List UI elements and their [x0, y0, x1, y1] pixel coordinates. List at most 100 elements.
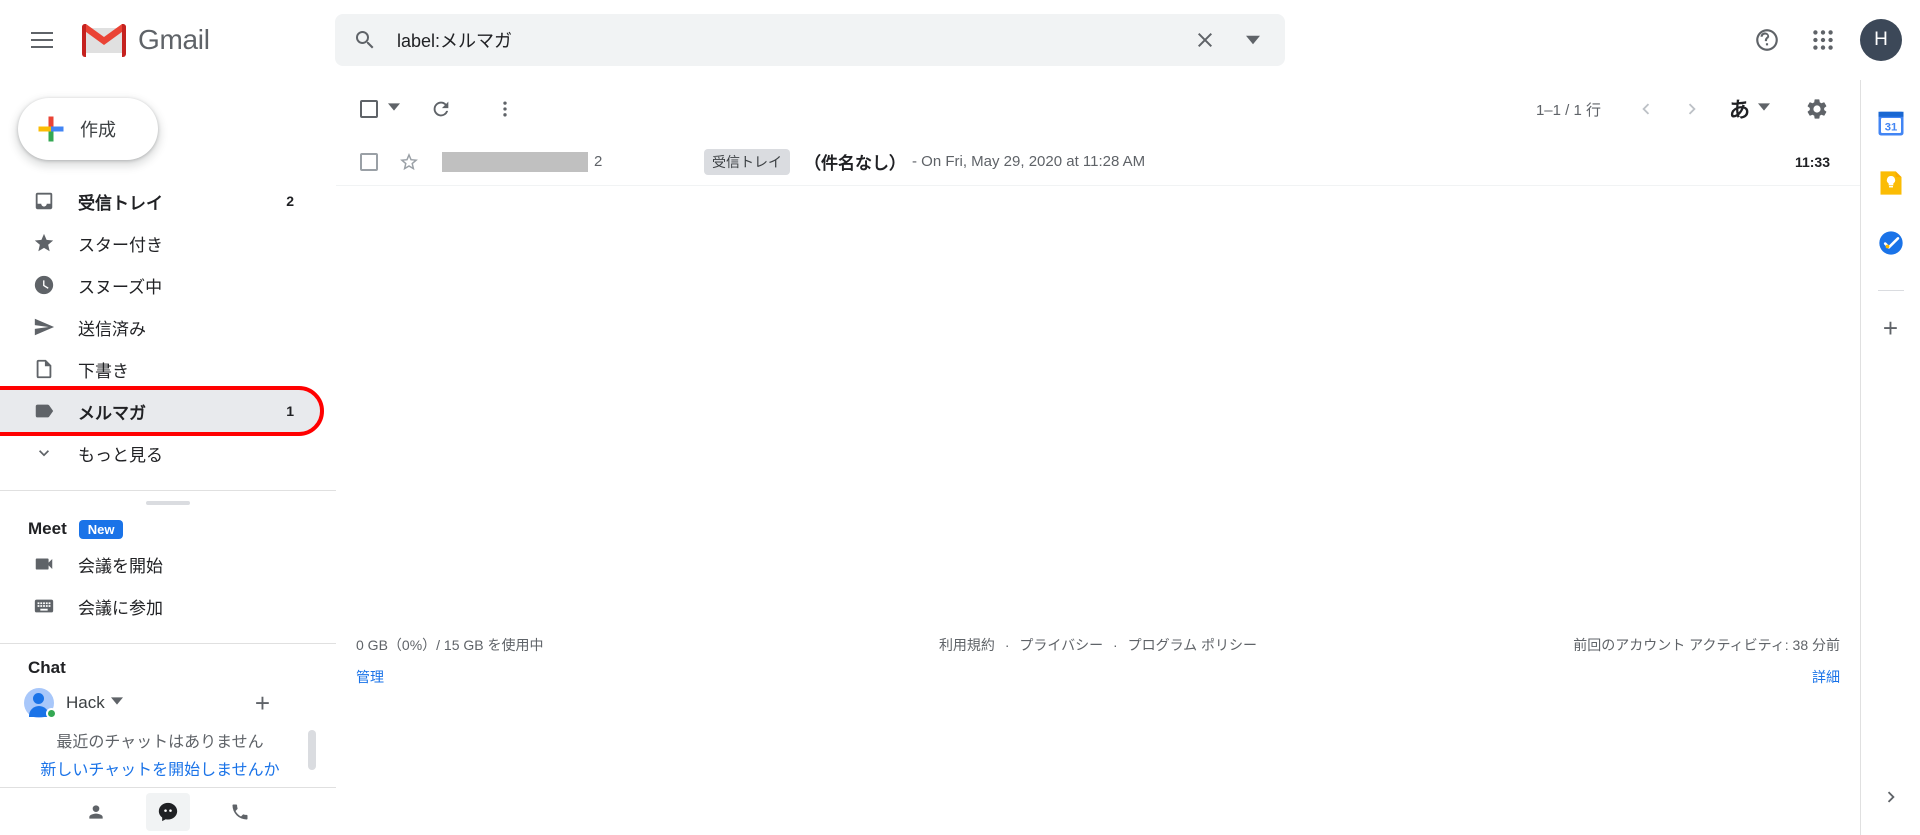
gmail-brand[interactable]: Gmail: [82, 23, 210, 57]
row-label-chip[interactable]: 受信トレイ: [704, 148, 790, 175]
list-toolbar: 1–1 / 1 行 あ: [336, 80, 1860, 138]
select-all-control[interactable]: [360, 100, 400, 118]
label-tag-icon: [32, 399, 56, 423]
apps-grid-icon[interactable]: [1798, 15, 1848, 65]
sender-thread-count: 2: [594, 153, 603, 170]
sidebar-item-label: スヌーズ中: [78, 277, 163, 297]
draft-icon: [32, 357, 56, 381]
google-tasks-icon[interactable]: [1874, 226, 1908, 260]
chat-empty-line2[interactable]: 新しいチャットを開始しませんか: [20, 756, 300, 776]
meet-start-meeting[interactable]: 会議を開始: [0, 543, 336, 585]
chevron-left-icon[interactable]: [1623, 86, 1669, 132]
app-header: Gmail H: [0, 0, 1920, 80]
sidebar-item-merumaga[interactable]: メルマガ 1: [0, 386, 324, 436]
checkbox-icon[interactable]: [360, 100, 378, 118]
send-icon: [32, 315, 56, 339]
sidebar-item-label: もっと見る: [78, 445, 163, 465]
meet-title: Meet: [28, 519, 67, 538]
search-icon[interactable]: [341, 16, 389, 64]
ime-toggle[interactable]: あ: [1729, 94, 1770, 124]
sidebar-item-label: メルマガ: [78, 403, 146, 423]
privacy-link[interactable]: プライバシー: [1019, 637, 1103, 653]
svg-text:31: 31: [1884, 122, 1897, 134]
hamburger-icon[interactable]: [18, 16, 66, 64]
add-addon-plus-icon[interactable]: +: [1883, 315, 1898, 341]
brand-text: Gmail: [138, 24, 210, 55]
compose-button[interactable]: 作成: [18, 98, 158, 160]
chat-tab-contacts[interactable]: [74, 793, 118, 831]
google-keep-icon[interactable]: [1874, 166, 1908, 200]
close-icon[interactable]: [1181, 16, 1229, 64]
details-link[interactable]: 詳細: [1573, 667, 1840, 687]
addon-divider: [1877, 290, 1904, 291]
search-input[interactable]: [389, 29, 1181, 51]
manage-link[interactable]: 管理: [356, 667, 544, 687]
search-options-chevron-down-icon[interactable]: [1229, 16, 1277, 64]
sidebar-item-count: 2: [286, 193, 294, 209]
chat-user-name: Hack: [66, 693, 105, 712]
sidebar-item-starred[interactable]: スター付き: [0, 222, 320, 264]
google-calendar-icon[interactable]: 31: [1874, 106, 1908, 140]
table-row[interactable]: 2 受信トレイ （件名なし） - On Fri, May 29, 2020 at…: [336, 138, 1860, 186]
star-icon: [32, 231, 56, 255]
meet-join-meeting[interactable]: 会議に参加: [0, 585, 336, 627]
chat-tab-calls[interactable]: [218, 793, 262, 831]
phone-icon: [232, 804, 248, 819]
chevron-right-icon[interactable]: [1669, 86, 1715, 132]
sidebar-item-sent[interactable]: 送信済み: [0, 306, 320, 348]
help-icon[interactable]: [1742, 15, 1792, 65]
sidebar: 作成 受信トレイ 2 スター付き スヌーズ中 送信済み 下書き メルマガ 1 も…: [0, 80, 336, 835]
avatar[interactable]: H: [1860, 19, 1902, 61]
sidebar-drag-handle[interactable]: [146, 501, 190, 505]
side-addon-panel: 31 +: [1860, 80, 1920, 835]
sidebar-divider: [0, 490, 336, 491]
sidebar-nav: 受信トレイ 2 スター付き スヌーズ中 送信済み 下書き メルマガ 1 もっと見…: [0, 180, 336, 474]
keyboard-icon: [32, 594, 56, 618]
row-snippet: - On Fri, May 29, 2020 at 11:28 AM: [912, 153, 1146, 170]
sidebar-item-label: 受信トレイ: [78, 193, 163, 213]
chat-tabs: [0, 787, 336, 835]
sidebar-item-label: 下書き: [78, 361, 129, 381]
gear-icon[interactable]: [1794, 86, 1840, 132]
more-vertical-icon[interactable]: [482, 86, 528, 132]
storage-text: 0 GB（0%）/ 15 GB を使用中: [356, 637, 544, 653]
online-status-indicator: [46, 708, 57, 719]
ime-label: あ: [1729, 99, 1750, 122]
chat-scrollbar[interactable]: [308, 730, 316, 770]
sidebar-item-drafts[interactable]: 下書き: [0, 348, 320, 390]
refresh-icon[interactable]: [418, 86, 464, 132]
plus-icon: [38, 116, 64, 142]
footer-separator-1: ·: [1004, 637, 1010, 653]
sidebar-item-inbox[interactable]: 受信トレイ 2: [0, 180, 320, 222]
search-bar[interactable]: [335, 14, 1285, 66]
terms-link[interactable]: 利用規約: [939, 637, 995, 653]
toolbar-right: 1–1 / 1 行 あ: [1536, 86, 1840, 132]
chevron-down-icon[interactable]: [110, 694, 123, 712]
gmail-logo-icon: [82, 23, 126, 57]
chat-bubble-icon: [158, 802, 178, 821]
gmail-app: Gmail H: [0, 0, 1920, 835]
ime-chevron-down-icon[interactable]: [1758, 100, 1770, 118]
sidebar-item-snoozed[interactable]: スヌーズ中: [0, 264, 320, 306]
star-outline-icon[interactable]: [398, 151, 420, 173]
sender-block: 2: [442, 151, 692, 172]
row-checkbox-icon[interactable]: [360, 152, 378, 171]
program-policy-link[interactable]: プログラム ポリシー: [1128, 637, 1257, 653]
mail-footer: 0 GB（0%）/ 15 GB を使用中 管理 利用規約 · プライバシー · …: [336, 635, 1860, 715]
chat-empty-state: 最近のチャットはありません 新しいチャットを開始しませんか: [20, 728, 320, 776]
sidebar-item-label: スター付き: [78, 235, 163, 255]
chat-tab-chat[interactable]: [146, 792, 190, 831]
sidebar-item-label: 送信済み: [78, 319, 146, 339]
chevron-right-icon[interactable]: [1880, 786, 1902, 813]
sidebar-item-more[interactable]: もっと見る: [0, 432, 320, 474]
chat-user-row[interactable]: Hack +: [24, 688, 336, 719]
sender-redacted-bar: [442, 151, 588, 172]
select-all-chevron-down-icon[interactable]: [388, 100, 400, 118]
chat-add-plus-icon[interactable]: +: [255, 690, 270, 716]
meet-new-badge: New: [78, 519, 124, 539]
meet-item-label: 会議に参加: [78, 598, 163, 618]
chevron-down-icon: [32, 441, 56, 465]
chat-empty-line1: 最近のチャットはありません: [56, 734, 264, 751]
clock-icon: [32, 273, 56, 297]
mail-main-area: 1–1 / 1 行 あ 2 受信トレイ （件名なし） - On Fri, May…: [336, 80, 1860, 835]
